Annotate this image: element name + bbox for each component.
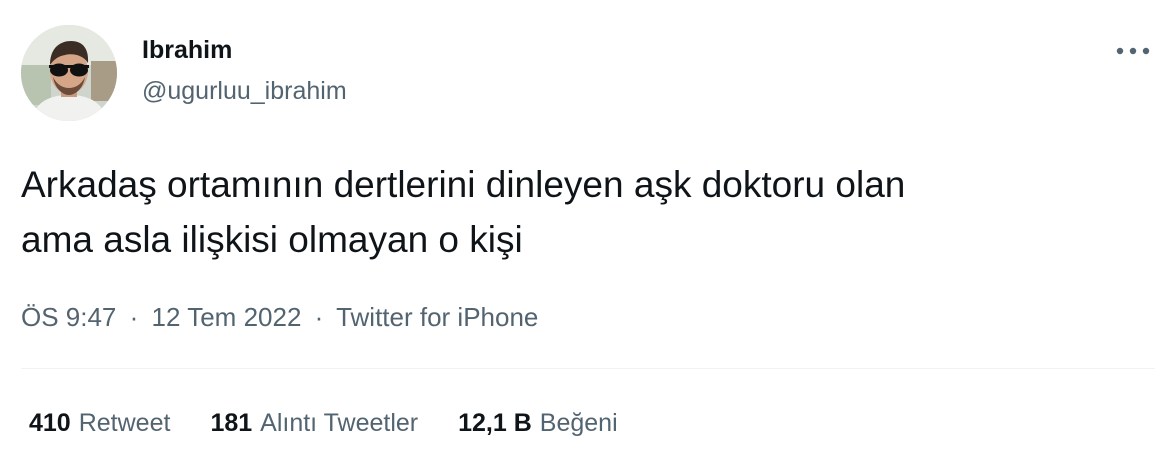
- tweet-time[interactable]: ÖS 9:47: [21, 302, 116, 332]
- avatar[interactable]: [21, 25, 117, 121]
- tweet-text-line: ama asla ilişkisi olmayan o kişi: [21, 219, 523, 260]
- quote-tweets-label: Alıntı Tweetler: [260, 409, 419, 437]
- user-handle[interactable]: @ugurluu_ibrahim: [142, 76, 347, 106]
- tweet-date[interactable]: 12 Tem 2022: [152, 302, 302, 332]
- retweets-label: Retweet: [78, 409, 171, 437]
- tweet-text: Arkadaş ortamının dertlerini dinleyen aş…: [21, 157, 1151, 267]
- avatar-photo-icon: [21, 25, 117, 121]
- tweet-text-line: Arkadaş ortamının dertlerini dinleyen aş…: [21, 164, 906, 205]
- divider: [21, 368, 1155, 369]
- retweets-count: 410: [29, 409, 71, 437]
- quote-tweets-count: 181: [210, 409, 253, 437]
- likes-stat[interactable]: 12,1 B Beğeni: [458, 406, 618, 440]
- display-name[interactable]: Ibrahim: [142, 35, 232, 65]
- tweet-source-link[interactable]: Twitter for iPhone: [336, 302, 538, 332]
- likes-label: Beğeni: [539, 409, 618, 437]
- meta-separator: ·: [129, 302, 139, 332]
- retweets-stat[interactable]: 410 Retweet: [29, 406, 170, 440]
- quote-tweets-stat[interactable]: 181 Alıntı Tweetler: [210, 406, 418, 440]
- tweet-meta: ÖS 9:47 · 12 Tem 2022 · Twitter for iPho…: [21, 300, 538, 334]
- tweet-card: Ibrahim @ugurluu_ibrahim Arkadaş ortamın…: [0, 0, 1176, 464]
- likes-count: 12,1 B: [458, 409, 532, 437]
- tweet-stats: 410 Retweet 181 Alıntı Tweetler 12,1 B Beğe…: [29, 406, 618, 440]
- meta-separator: ·: [314, 302, 324, 332]
- more-options-button[interactable]: [1112, 36, 1154, 66]
- more-horizontal-icon: [1116, 47, 1150, 55]
